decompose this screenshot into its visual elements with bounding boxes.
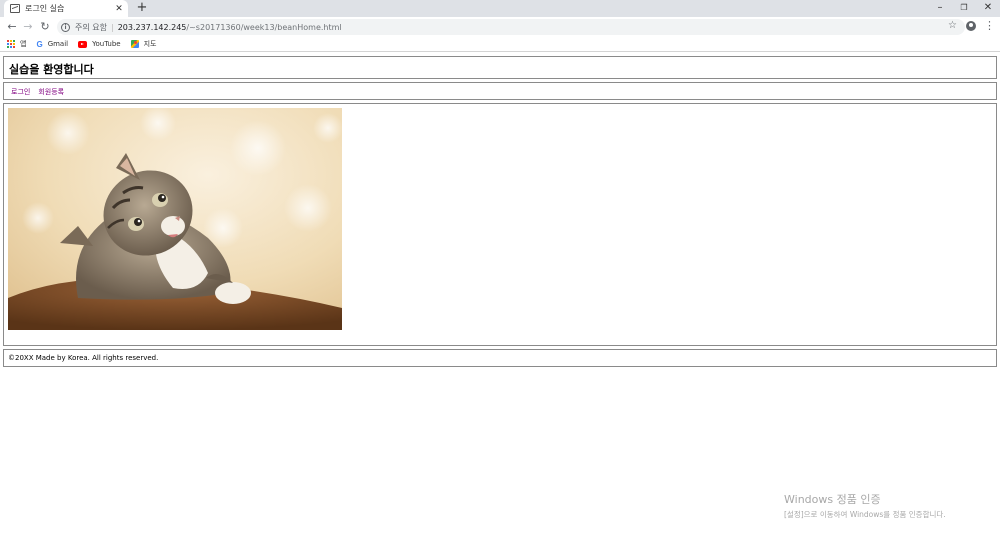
back-arrow-icon[interactable]: ← — [4, 19, 20, 35]
bookmark-label: 앱 — [20, 40, 27, 48]
watermark-subtitle: [설정]으로 이동하여 Windows를 정품 인증합니다. — [784, 510, 946, 519]
main-content — [3, 103, 997, 346]
page-header: 실습을 환영합니다 — [3, 56, 997, 79]
apps-grid-icon — [7, 40, 15, 48]
page-favicon-icon — [10, 4, 20, 13]
new-tab-icon[interactable]: + — [135, 1, 149, 15]
youtube-icon — [78, 40, 88, 48]
minimize-icon[interactable]: – — [928, 0, 952, 16]
forward-arrow-icon[interactable]: → — [20, 19, 36, 35]
register-link[interactable]: 회원등록 — [38, 87, 64, 97]
kebab-menu-icon[interactable]: ⋮ — [984, 19, 995, 33]
page-nav: 로그인 회원등록 — [3, 82, 997, 100]
google-icon: G — [36, 39, 43, 49]
watermark-title: Windows 정품 인증 — [784, 493, 881, 506]
bookmark-label: Gmail — [47, 40, 69, 48]
page-title: 실습을 환영합니다 — [9, 63, 94, 76]
address-bar[interactable]: i 주의 요함 | 203.237.142.245/~s20171360/wee… — [57, 19, 965, 35]
account-icon[interactable] — [966, 21, 976, 31]
restore-icon[interactable]: ❐ — [952, 0, 976, 16]
tab-close-icon[interactable]: ✕ — [113, 4, 125, 14]
kitten-photo — [8, 108, 342, 330]
address-separator: | — [110, 22, 114, 32]
bookmark-gmail[interactable]: G Gmail — [36, 40, 68, 49]
copyright-text: ©20XX Made by Korea. All rights reserved… — [8, 354, 159, 362]
url-path[interactable]: /~s20171360/week13/beanHome.html — [186, 23, 341, 32]
security-warning[interactable]: 주의 요함 — [75, 22, 107, 33]
bookmark-label: YouTube — [92, 40, 121, 48]
browser-toolbar: ← → ↻ i 주의 요함 | 203.237.142.245/~s201713… — [0, 17, 1000, 37]
info-icon[interactable]: i — [61, 22, 70, 32]
browser-tab[interactable]: 로그인 실습 ✕ — [4, 0, 128, 17]
tab-strip: 로그인 실습 ✕ + – ❐ ✕ — [0, 0, 1000, 17]
bookmarks-bar: 앱 G Gmail YouTube 지도 — [0, 37, 1000, 52]
page-footer: ©20XX Made by Korea. All rights reserved… — [3, 349, 997, 367]
reload-icon[interactable]: ↻ — [37, 19, 53, 35]
bookmark-label: 지도 — [143, 40, 157, 48]
login-link[interactable]: 로그인 — [11, 87, 30, 97]
window-close-icon[interactable]: ✕ — [976, 0, 1000, 16]
url-host[interactable]: 203.237.142.245 — [118, 23, 187, 32]
maps-icon — [130, 40, 139, 48]
bookmark-youtube[interactable]: YouTube — [78, 40, 121, 48]
windows-activation-watermark: Windows 정품 인증 [설정]으로 이동하여 Windows를 정품 인증… — [784, 491, 946, 520]
bookmark-star-icon[interactable]: ☆ — [948, 20, 957, 31]
bookmark-maps[interactable]: 지도 — [130, 39, 157, 49]
tab-title: 로그인 실습 — [25, 4, 65, 13]
bookmark-apps[interactable]: 앱 — [7, 39, 26, 49]
nav-links: 로그인 회원등록 — [11, 87, 72, 97]
